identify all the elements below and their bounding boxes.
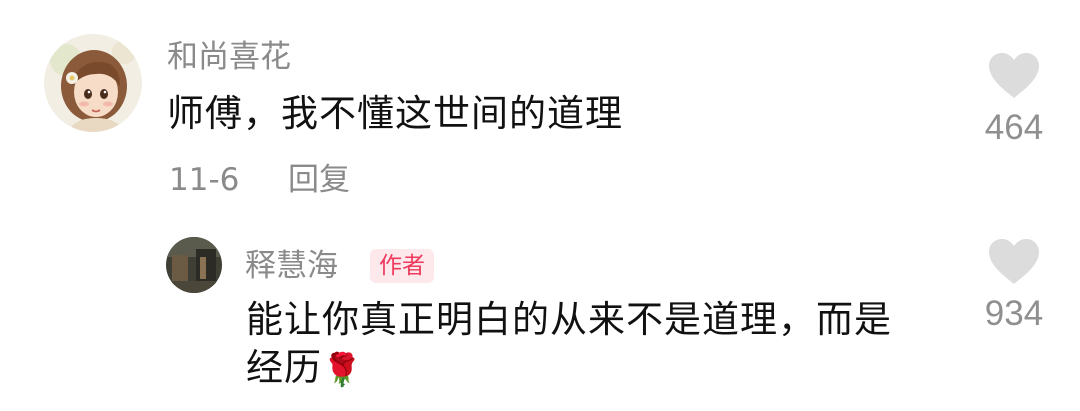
comment-thread: 和尚喜花 师傅，我不懂这世间的道理 11-6 回复 464 释慧海 作者 能让你…	[0, 0, 1080, 411]
avatar[interactable]	[44, 34, 142, 132]
comment-date: 11-6	[169, 162, 240, 198]
avatar[interactable]	[166, 237, 222, 293]
reply-username[interactable]: 释慧海	[245, 246, 338, 286]
avatar-girl-illustration-icon	[44, 34, 142, 132]
rose-icon: 🌹	[322, 350, 363, 389]
like-button[interactable]: 934	[954, 238, 1074, 334]
comment-text: 师傅，我不懂这世间的道理	[167, 92, 623, 135]
reply-button[interactable]: 回复	[288, 160, 350, 200]
like-count: 934	[984, 294, 1044, 333]
like-count: 464	[984, 108, 1044, 147]
avatar-dark-photo-icon	[166, 237, 222, 293]
comment-username[interactable]: 和尚喜花	[167, 37, 291, 77]
heart-icon	[989, 239, 1039, 284]
heart-icon	[989, 53, 1039, 98]
like-button[interactable]: 464	[954, 52, 1074, 148]
author-badge: 作者	[370, 249, 434, 283]
reply-text: 能让你真正明白的从来不是道理，而是经历🌹	[246, 296, 926, 394]
